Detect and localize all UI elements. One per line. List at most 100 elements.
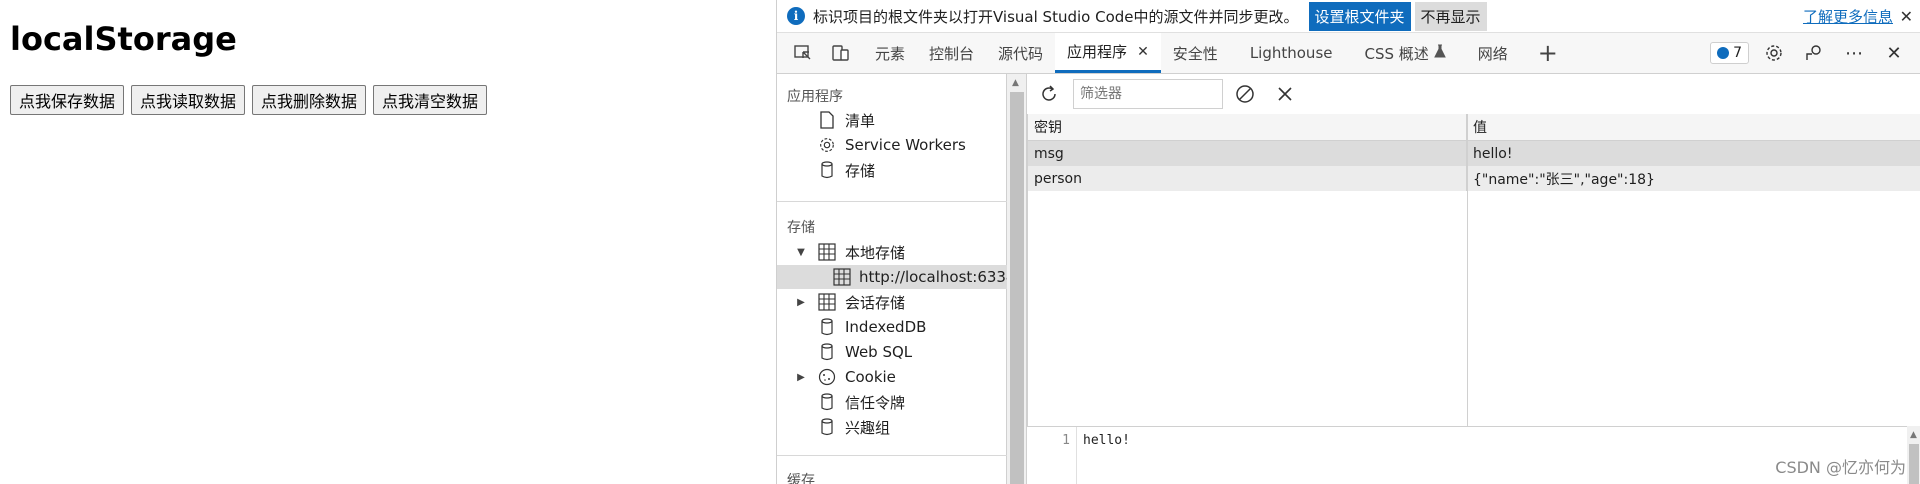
sidebar-item-label: Service Workers (845, 136, 966, 154)
sidebar-item-service-workers[interactable]: Service Workers (817, 133, 966, 157)
sidebar-item-trust-tokens[interactable]: 信任令牌 (817, 390, 905, 414)
grid-header: 密钥 值 (1028, 114, 1920, 141)
sidebar-item-local-storage[interactable]: ▼ 本地存储 (795, 240, 905, 264)
collapsed-triangle-icon[interactable]: ▶ (795, 296, 807, 308)
table-row[interactable]: person {"name":"张三","age":18} (1028, 166, 1920, 191)
issues-badge[interactable]: 7 (1710, 42, 1749, 64)
storage-view: 密钥 值 msg hello! person {"name":"张三","age… (1027, 74, 1920, 484)
value-cell[interactable]: hello! (1467, 141, 1920, 166)
sidebar-item-label: http://localhost:63342 (859, 268, 1007, 286)
sidebar-item-manifest[interactable]: 清单 (817, 108, 875, 132)
sidebar-item-label: 存储 (845, 161, 876, 180)
sidebar-item-origin[interactable]: http://localhost:63342 (777, 265, 1007, 289)
sidebar-heading-storage: 存储 (787, 220, 815, 236)
sidebar-scrollbar[interactable]: ▲ (1007, 74, 1027, 484)
scroll-up-arrow-icon[interactable]: ▲ (1910, 430, 1917, 440)
sidebar-item-label: 本地存储 (845, 243, 906, 262)
storage-toolbar (1027, 74, 1920, 115)
sidebar-item-label: Web SQL (845, 343, 913, 361)
application-sidebar: 应用程序 清单 Service Workers 存储 存储 ▼ 本地存储 htt… (777, 74, 1007, 484)
add-tab-icon[interactable]: + (1538, 39, 1558, 67)
grid-icon (817, 292, 837, 312)
sidebar-item-label: 信任令牌 (845, 393, 906, 412)
expanded-triangle-icon[interactable]: ▼ (795, 246, 807, 258)
scroll-up-arrow-icon[interactable]: ▲ (1012, 78, 1019, 88)
sidebar-item-label: 会话存储 (845, 293, 906, 312)
database-icon (817, 417, 837, 437)
tab-css-overview[interactable]: CSS 概述 (1352, 33, 1457, 73)
sidebar-divider (777, 455, 1007, 456)
close-devtools-icon[interactable]: ✕ (1881, 40, 1907, 66)
info-icon: i (787, 7, 805, 25)
flask-icon (1433, 44, 1446, 62)
clear-all-icon[interactable] (1233, 82, 1257, 106)
watermark: CSDN @忆亦何为 (1775, 458, 1906, 477)
preview-content[interactable]: hello! (1077, 427, 1130, 484)
infobar: i 标识项目的根文件夹以打开Visual Studio Code中的源文件并同步… (777, 0, 1920, 33)
tab-sources[interactable]: 源代码 (986, 33, 1055, 73)
database-icon (817, 392, 837, 412)
tab-elements[interactable]: 元素 (863, 33, 917, 73)
sidebar-item-websql[interactable]: Web SQL (817, 340, 912, 364)
table-row[interactable]: msg hello! (1028, 141, 1920, 166)
column-divider (1467, 114, 1468, 426)
filter-input[interactable] (1073, 79, 1223, 109)
sidebar-item-cookie[interactable]: ▶ Cookie (795, 365, 896, 389)
issues-count: 7 (1733, 45, 1742, 61)
learn-more-link[interactable]: 了解更多信息 (1803, 6, 1893, 27)
gear-icon (817, 135, 837, 155)
database-icon (817, 317, 837, 337)
sidebar-item-label: 清单 (845, 111, 876, 130)
more-options-icon[interactable]: ⋯ (1841, 40, 1867, 66)
tabbar-right-tools: 7 ⋯ ✕ (1710, 33, 1920, 73)
tab-console[interactable]: 控制台 (917, 33, 986, 73)
delete-selected-icon[interactable] (1273, 82, 1297, 106)
delete-data-button[interactable]: 点我删除数据 (252, 85, 367, 115)
tab-network[interactable]: 网络 (1466, 33, 1520, 73)
tab-application[interactable]: 应用程序 ✕ (1055, 33, 1161, 73)
sidebar-item-label: 兴趣组 (845, 418, 891, 437)
header-key[interactable]: 密钥 (1028, 114, 1467, 140)
user-feedback-icon[interactable] (1801, 40, 1827, 66)
storage-grid: 密钥 值 msg hello! person {"name":"张三","age… (1027, 114, 1920, 426)
cookie-icon (817, 367, 837, 387)
set-root-folder-button[interactable]: 设置根文件夹 (1308, 1, 1411, 31)
devtools-panel: i 标识项目的根文件夹以打开Visual Studio Code中的源文件并同步… (776, 0, 1920, 484)
tab-close-icon[interactable]: ✕ (1137, 44, 1149, 60)
tab-security[interactable]: 安全性 (1161, 33, 1230, 73)
button-row: 点我保存数据 点我读取数据 点我删除数据 点我清空数据 (10, 85, 488, 115)
scrollbar-thumb[interactable] (1909, 444, 1919, 484)
grid-icon (833, 267, 851, 287)
database-icon (817, 342, 837, 362)
sidebar-item-interest-groups[interactable]: 兴趣组 (817, 415, 890, 439)
value-cell[interactable]: {"name":"张三","age":18} (1467, 166, 1920, 191)
header-value[interactable]: 值 (1467, 114, 1920, 140)
sidebar-item-storage[interactable]: 存储 (817, 158, 875, 182)
tab-application-label: 应用程序 (1067, 43, 1128, 61)
device-emulation-icon[interactable] (829, 41, 853, 65)
inspect-element-icon[interactable] (791, 41, 815, 65)
tab-css-overview-label: CSS 概述 (1364, 44, 1429, 63)
sidebar-item-session-storage[interactable]: ▶ 会话存储 (795, 290, 905, 314)
sidebar-item-label: IndexedDB (845, 318, 927, 336)
key-cell[interactable]: person (1028, 166, 1467, 191)
save-data-button[interactable]: 点我保存数据 (10, 85, 125, 115)
preview-scrollbar[interactable]: ▲ (1907, 426, 1920, 484)
key-cell[interactable]: msg (1028, 141, 1467, 166)
tab-lighthouse[interactable]: Lighthouse (1238, 33, 1345, 73)
grid-icon (817, 242, 837, 262)
clear-data-button[interactable]: 点我清空数据 (373, 85, 488, 115)
line-number: 1 (1027, 427, 1077, 484)
collapsed-triangle-icon[interactable]: ▶ (795, 371, 807, 383)
scrollbar-thumb[interactable] (1010, 92, 1024, 484)
page-title: localStorage (10, 20, 237, 58)
message-icon (1717, 47, 1730, 59)
gear-icon[interactable] (1761, 40, 1787, 66)
refresh-icon[interactable] (1037, 82, 1061, 106)
close-icon[interactable]: ✕ (1900, 7, 1913, 26)
database-icon (817, 160, 837, 180)
sidebar-item-indexeddb[interactable]: IndexedDB (817, 315, 926, 339)
sidebar-divider (777, 201, 1007, 202)
dont-show-again-button[interactable]: 不再显示 (1414, 1, 1487, 31)
read-data-button[interactable]: 点我读取数据 (131, 85, 246, 115)
